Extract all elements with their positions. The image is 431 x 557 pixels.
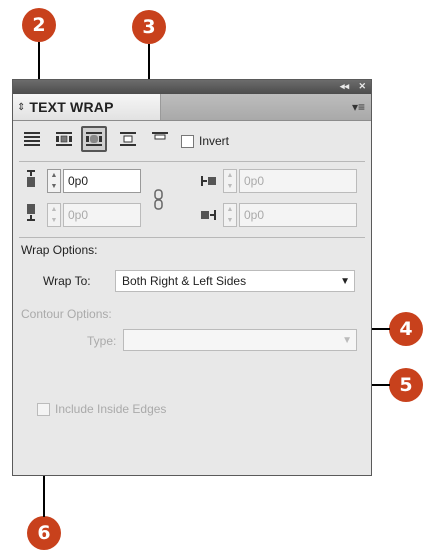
- divider-2: [19, 237, 365, 238]
- wrap-bounding-box-button[interactable]: [53, 128, 75, 150]
- include-inside-edges-checkbox[interactable]: [37, 403, 50, 416]
- wrap-to-value: Both Right & Left Sides: [122, 274, 247, 288]
- bottom-offset-field[interactable]: 0p0: [63, 203, 141, 227]
- bottom-offset-icon: [27, 204, 35, 221]
- top-offset-field[interactable]: 0p0: [63, 169, 141, 193]
- left-offset-icon: [201, 176, 216, 186]
- wrap-bounding-box-icon: [56, 132, 72, 146]
- callout-4: 4: [389, 312, 423, 346]
- no-wrap-icon: [24, 132, 40, 146]
- divider-1: [19, 161, 365, 162]
- invert-label: Invert: [199, 134, 230, 148]
- type-label: Type:: [87, 334, 117, 348]
- callout-2: 2: [22, 8, 56, 42]
- wrap-to-label: Wrap To:: [43, 274, 91, 288]
- left-offset-field[interactable]: 0p0: [239, 169, 357, 193]
- callout-5: 5: [389, 368, 423, 402]
- include-inside-edges-label: Include Inside Edges: [55, 402, 167, 416]
- contour-options-label: Contour Options:: [21, 307, 112, 321]
- close-panel-icon[interactable]: ✕: [358, 81, 366, 92]
- chevron-down-icon: ▼: [342, 335, 352, 346]
- collapse-options-icon[interactable]: ⇕: [17, 102, 25, 113]
- panel-tab-row: ⇕ TEXT WRAP ▾≡: [13, 94, 371, 121]
- top-offset-icon: [27, 170, 35, 187]
- no-wrap-button[interactable]: [21, 128, 43, 150]
- jump-to-next-column-icon: [152, 132, 168, 140]
- invert-checkbox[interactable]: [181, 135, 194, 148]
- jump-to-next-column-button[interactable]: [149, 128, 171, 150]
- wrap-to-dropdown[interactable]: Both Right & Left Sides ▼: [115, 270, 355, 292]
- left-offset-stepper[interactable]: ▲ ▼: [223, 169, 237, 193]
- chevron-down-icon: ▼: [340, 276, 350, 287]
- callout-6: 6: [27, 516, 61, 550]
- top-offset-stepper[interactable]: ▲ ▼: [47, 169, 61, 193]
- panel-title: TEXT WRAP: [29, 99, 114, 115]
- panel-titlebar: ◂◂ ✕: [13, 80, 371, 94]
- right-offset-field[interactable]: 0p0: [239, 203, 357, 227]
- collapse-panel-icon[interactable]: ◂◂: [340, 81, 349, 92]
- right-offset-icon: [201, 210, 216, 220]
- wrap-options-label: Wrap Options:: [21, 243, 98, 257]
- jump-object-icon: [120, 132, 136, 146]
- panel-content: Invert ▲ ▼ 0p0 ▲ ▼ 0p0 ▲ ▼ 0p0 ▲ ▼ 0p0 W…: [13, 121, 371, 475]
- wrap-object-shape-icon: [86, 132, 102, 146]
- text-wrap-panel: ◂◂ ✕ ⇕ TEXT WRAP ▾≡ Invert ▲ ▼ 0p0 ▲ ▼ 0…: [12, 79, 372, 476]
- panel-menu-icon[interactable]: ▾≡: [352, 100, 365, 114]
- contour-type-dropdown[interactable]: ▼: [123, 329, 357, 351]
- wrap-object-shape-button[interactable]: [81, 126, 107, 152]
- callout-3: 3: [132, 10, 166, 44]
- jump-object-button[interactable]: [117, 128, 139, 150]
- right-offset-stepper[interactable]: ▲ ▼: [223, 203, 237, 227]
- link-offsets-icon[interactable]: [153, 189, 165, 211]
- bottom-offset-stepper[interactable]: ▲ ▼: [47, 203, 61, 227]
- tab-text-wrap[interactable]: ⇕ TEXT WRAP: [13, 94, 161, 120]
